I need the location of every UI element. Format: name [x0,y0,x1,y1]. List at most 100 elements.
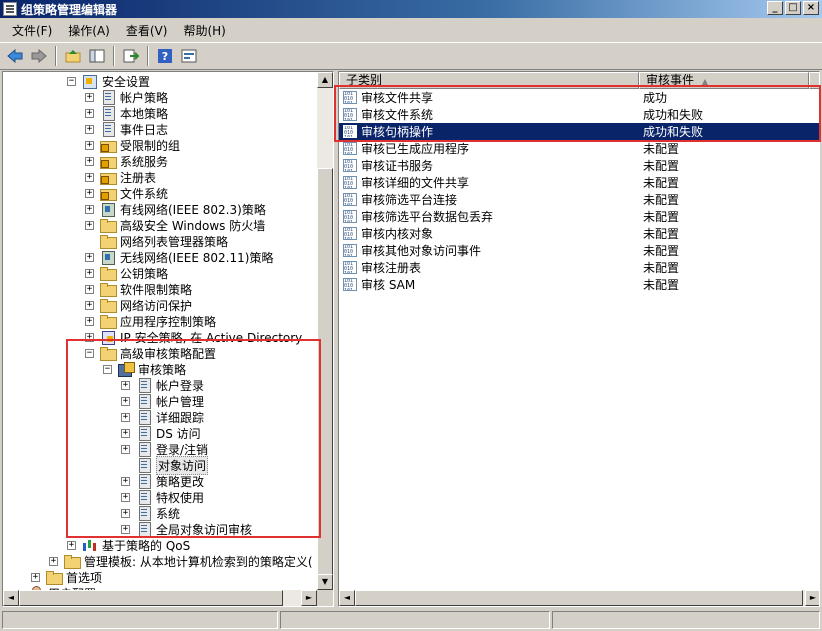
expand-icon[interactable]: + [85,204,94,214]
collapse-icon[interactable]: − [67,76,76,86]
expand-icon[interactable]: + [85,124,94,134]
list-item[interactable]: 101 010 101 审核 SAM 未配置 [339,276,819,293]
list-item[interactable]: 101 010 101 审核筛选平台数据包丢弃 未配置 [339,208,819,225]
tree-node[interactable]: + 软件限制策略 [85,281,192,297]
expand-icon[interactable]: + [49,556,58,566]
tree-node[interactable]: + 系统 [121,505,180,521]
tree-node[interactable]: + 高级安全 Windows 防火墙 [85,217,265,233]
tree-node[interactable]: + 应用程序控制策略 [85,313,216,329]
expand-icon[interactable]: + [85,300,94,310]
list-item[interactable]: 101 010 101 审核已生成应用程序 未配置 [339,140,819,157]
tree-node[interactable]: + 文件系统 [85,185,168,201]
list-item[interactable]: 101 010 101 审核文件系统 成功和失败 [339,106,819,123]
tree-node[interactable]: + IP 安全策略, 在 Active Directory [85,329,302,345]
export-button[interactable] [120,45,142,67]
tree-node[interactable]: − 高级审核策略配置 [85,345,216,361]
show-tree-button[interactable] [86,45,108,67]
menu-view[interactable]: 查看(V) [118,20,176,41]
expand-icon[interactable]: + [85,108,94,118]
tree-node[interactable]: + DS 访问 [121,425,201,441]
expand-icon[interactable]: + [85,332,94,342]
expand-icon[interactable]: + [121,380,130,390]
list-horizontal-scrollbar[interactable]: ◄ ► [339,590,819,606]
expand-icon[interactable]: + [85,284,94,294]
expand-icon[interactable]: + [121,444,130,454]
tree-node[interactable]: + 帐户管理 [121,393,204,409]
tree-node[interactable]: + 注册表 [85,169,156,185]
expand-icon[interactable]: + [85,172,94,182]
tree-node[interactable]: 网络列表管理器策略 [85,233,228,249]
list-item[interactable]: 101 010 101 审核详细的文件共享 未配置 [339,174,819,191]
tree-node[interactable]: + 详细跟踪 [121,409,204,425]
back-button[interactable] [4,45,26,67]
scroll-thumb[interactable] [317,168,333,578]
tree-node[interactable]: + 网络访问保护 [85,297,192,313]
expand-icon[interactable]: + [121,524,130,534]
expand-icon[interactable]: + [121,508,130,518]
expand-icon[interactable]: + [85,268,94,278]
scroll-down-button[interactable]: ▼ [317,574,333,590]
scroll-thumb[interactable] [19,590,283,606]
scroll-up-button[interactable]: ▲ [317,72,333,88]
tree-node[interactable]: + 公钥策略 [85,265,168,281]
properties-button[interactable] [178,45,200,67]
tree-node[interactable]: + 无线网络(IEEE 802.11)策略 [85,249,273,265]
expand-icon[interactable]: + [85,188,94,198]
tree-node[interactable]: + 帐户策略 [85,89,168,105]
column-audit-events[interactable]: 审核事件 ▲ [639,72,809,89]
expand-icon[interactable]: + [67,540,76,550]
expand-icon[interactable]: + [121,412,130,422]
scroll-left-button[interactable]: ◄ [339,590,355,606]
tree-node[interactable]: + 事件日志 [85,121,168,137]
tree-node[interactable]: + 特权使用 [121,489,204,505]
menu-action[interactable]: 操作(A) [60,20,118,41]
list-item[interactable]: 101 010 101 审核证书服务 未配置 [339,157,819,174]
tree-node[interactable]: − 审核策略 [103,361,186,377]
scroll-left-button[interactable]: ◄ [3,590,19,606]
expand-icon[interactable]: + [85,140,94,150]
expand-icon[interactable]: + [85,220,94,230]
tree-node[interactable]: 对象访问 [121,455,209,475]
list-item[interactable]: 101 010 101 审核文件共享 成功 [339,89,819,106]
collapse-icon[interactable]: − [103,364,112,374]
list-item[interactable]: 101 010 101 审核注册表 未配置 [339,259,819,276]
tree-node[interactable]: + 帐户登录 [121,377,204,393]
list-item[interactable]: 101 010 101 审核内核对象 未配置 [339,225,819,242]
tree-node[interactable]: + 策略更改 [121,473,204,489]
expand-icon[interactable]: + [85,252,94,262]
tree-node[interactable]: − 安全设置 [67,73,150,89]
expand-icon[interactable]: + [85,316,94,326]
tree-node[interactable]: + 管理模板: 从本地计算机检索到的策略定义( [49,553,313,569]
tree-horizontal-scrollbar[interactable]: ◄ ► [3,590,317,606]
close-button[interactable]: × [803,1,819,15]
tree-node[interactable]: + 受限制的组 [85,137,180,153]
expand-icon[interactable]: + [85,156,94,166]
tree-node[interactable]: + 全局对象访问审核 [121,521,252,537]
expand-icon[interactable]: + [121,396,130,406]
menu-file[interactable]: 文件(F) [4,20,60,41]
expand-icon[interactable]: + [31,572,40,582]
list-item[interactable]: 101 010 101 审核其他对象访问事件 未配置 [339,242,819,259]
scroll-thumb[interactable] [355,590,803,606]
forward-button[interactable] [28,45,50,67]
scroll-right-button[interactable]: ► [805,590,819,606]
help-button[interactable]: ? [154,45,176,67]
collapse-icon[interactable]: − [85,348,94,358]
tree-node[interactable]: + 首选项 [31,569,102,585]
tree-node[interactable]: + 系统服务 [85,153,168,169]
maximize-button[interactable]: □ [785,1,801,15]
expand-icon[interactable]: + [85,92,94,102]
minimize-button[interactable]: _ [767,1,783,15]
tree-vertical-scrollbar[interactable]: ▲ ▼ [317,72,333,590]
tree-node[interactable]: + 有线网络(IEEE 802.3)策略 [85,201,266,217]
list-item[interactable]: 101 010 101 审核筛选平台连接 未配置 [339,191,819,208]
expand-icon[interactable]: + [121,428,130,438]
up-folder-button[interactable] [62,45,84,67]
scroll-right-button[interactable]: ► [301,590,317,606]
tree-node[interactable]: + 本地策略 [85,105,168,121]
column-subcategory[interactable]: 子类别 [339,72,639,89]
expand-icon[interactable]: + [121,476,130,486]
list-item[interactable]: 101 010 101 审核句柄操作 成功和失败 [339,123,819,140]
menu-help[interactable]: 帮助(H) [175,20,233,41]
expand-icon[interactable]: + [121,492,130,502]
